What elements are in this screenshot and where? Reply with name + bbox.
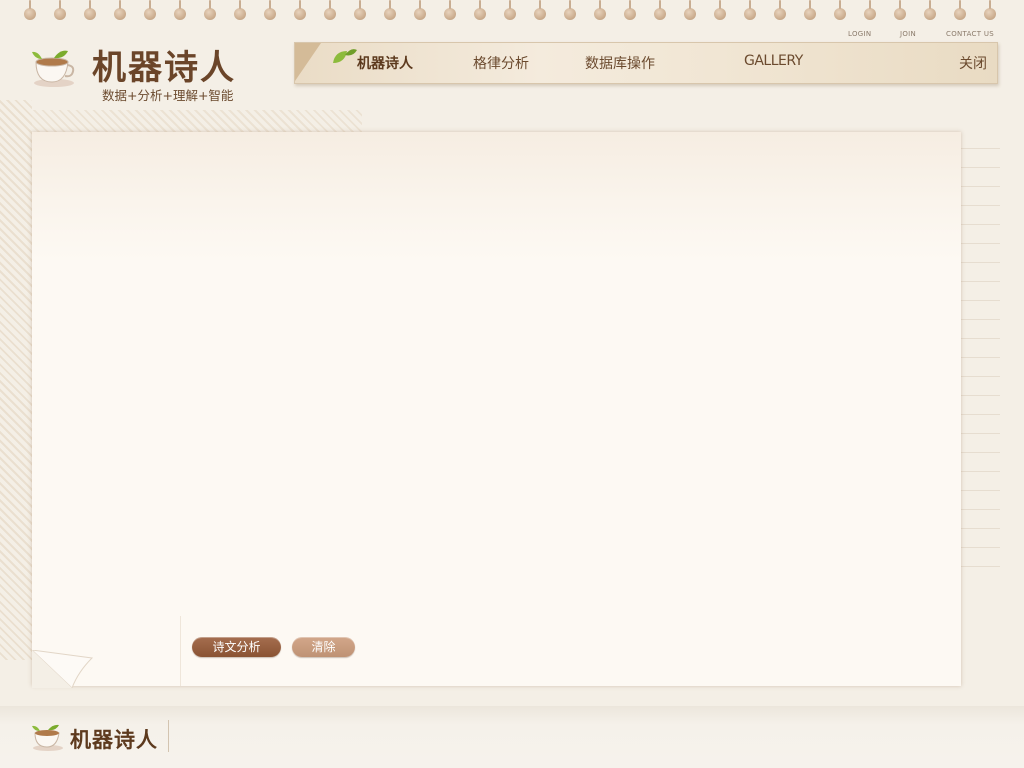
footer-divider [168, 720, 169, 752]
binding-ring [804, 0, 816, 20]
binding-ring [654, 0, 666, 20]
binding-ring [354, 0, 366, 20]
footer-logo[interactable]: 机器诗人 [30, 718, 170, 754]
binding-ring [744, 0, 756, 20]
binding-ring [204, 0, 216, 20]
left-stripe-decoration [0, 100, 32, 660]
nav-item-gallery[interactable]: GALLERY [744, 53, 803, 69]
logo-title: 机器诗人 [92, 48, 236, 88]
main-nav-bar: 机器诗人 格律分析 数据库操作 GALLERY 关闭 [294, 42, 998, 84]
logo-subtitle: 数据+分析+理解+智能 [102, 88, 234, 103]
binding-ring [294, 0, 306, 20]
main-paper-panel: 诗文分析 清除 [32, 132, 961, 688]
paper-header-shade [32, 132, 961, 260]
binding-ring [954, 0, 966, 20]
binding-ring [624, 0, 636, 20]
teacup-leaf-icon [32, 724, 63, 751]
login-link[interactable]: LOGIN [848, 30, 871, 38]
nav-fold-decoration [295, 43, 321, 81]
ruled-lines [960, 130, 1000, 580]
nav-item-database[interactable]: 数据库操作 [585, 53, 655, 73]
binding-ring [534, 0, 546, 20]
clear-button[interactable]: 清除 [292, 637, 355, 657]
footer-title: 机器诗人 [70, 727, 158, 752]
binding-ring [444, 0, 456, 20]
stripe-decoration [32, 110, 362, 132]
binding-ring [774, 0, 786, 20]
page-curl-decoration [32, 650, 94, 688]
close-button[interactable]: 关闭 [959, 53, 987, 73]
binding-ring [264, 0, 276, 20]
binding-ring [684, 0, 696, 20]
spiral-binding [0, 0, 1024, 26]
binding-ring [594, 0, 606, 20]
site-logo[interactable]: 机器诗人 数据+分析+理解+智能 [24, 40, 264, 104]
binding-ring [24, 0, 36, 20]
binding-ring [84, 0, 96, 20]
binding-ring [54, 0, 66, 20]
nav-item-machine-poet[interactable]: 机器诗人 [357, 53, 413, 73]
nav-item-meter-analysis[interactable]: 格律分析 [473, 53, 529, 73]
binding-ring [714, 0, 726, 20]
binding-ring [864, 0, 876, 20]
binding-ring [144, 0, 156, 20]
binding-ring [894, 0, 906, 20]
binding-ring [924, 0, 936, 20]
contact-us-link[interactable]: CONTACT US [946, 30, 994, 38]
binding-ring [384, 0, 396, 20]
binding-ring [174, 0, 186, 20]
footer: 机器诗人 [0, 706, 1024, 768]
binding-ring [324, 0, 336, 20]
top-utility-links: LOGIN JOIN CONTACT US [840, 30, 1000, 40]
binding-ring [234, 0, 246, 20]
binding-ring [834, 0, 846, 20]
binding-ring [474, 0, 486, 20]
binding-ring [114, 0, 126, 20]
analyze-poem-button[interactable]: 诗文分析 [192, 637, 281, 657]
binding-ring [984, 0, 996, 20]
teacup-leaf-icon [32, 50, 75, 87]
binding-ring [564, 0, 576, 20]
leaf-icon [333, 49, 357, 63]
join-link[interactable]: JOIN [900, 30, 916, 38]
binding-ring [414, 0, 426, 20]
binding-ring [504, 0, 516, 20]
